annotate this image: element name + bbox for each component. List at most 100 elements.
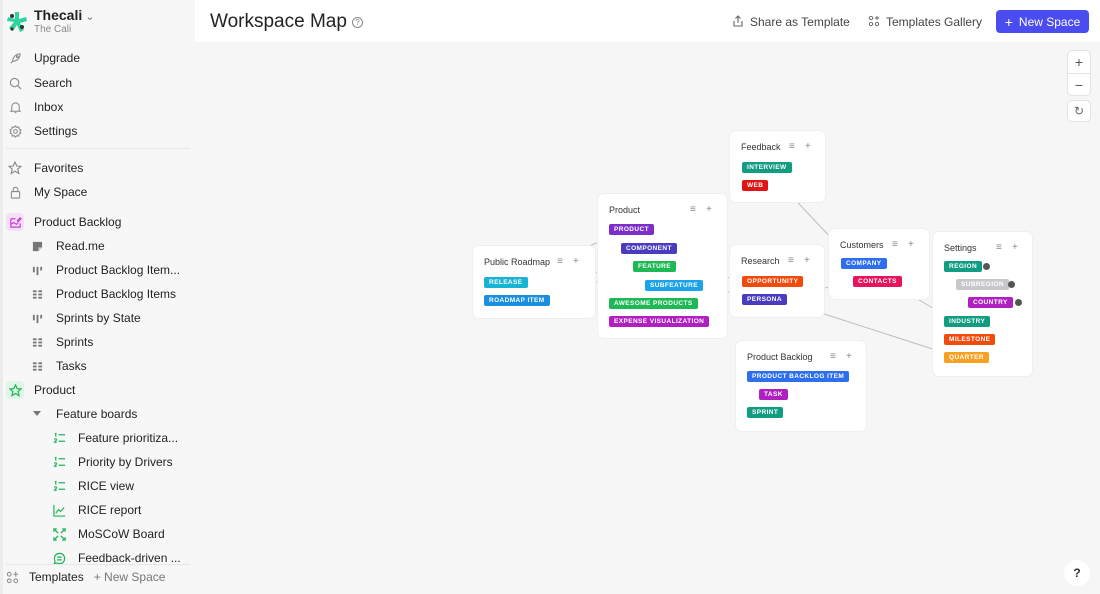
sidebar-item-label: Inbox [34, 100, 64, 114]
tag-awesome-products[interactable]: AWESOME PRODUCTS [609, 298, 698, 309]
workspace-switcher[interactable]: Thecali ⌄ The Cali [6, 7, 94, 35]
filter-icon[interactable]: ≡ [892, 239, 898, 250]
sidebar-item-label: Read.me [56, 239, 105, 253]
tag-industry[interactable]: INDUSTRY [944, 316, 991, 327]
reset-view-button[interactable]: ↻ [1067, 100, 1091, 122]
new-space-link[interactable]: + New Space [94, 570, 166, 584]
tag-contacts[interactable]: CONTACTS [853, 276, 902, 287]
help-circle-icon[interactable]: ? [351, 16, 363, 28]
card-feedback[interactable]: Feedback ≡ + INTERVIEW WEB [729, 130, 826, 203]
add-icon[interactable]: + [706, 204, 712, 215]
note-icon [28, 237, 46, 255]
sidebar-space-product-backlog[interactable]: Product Backlog [6, 211, 121, 233]
sidebar-item-label: Feedback-driven ... [78, 551, 181, 565]
sidebar-item-upgrade[interactable]: Upgrade [6, 47, 80, 69]
table-icon [28, 333, 46, 351]
tag-product[interactable]: PRODUCT [609, 224, 654, 235]
filter-icon[interactable]: ≡ [557, 256, 563, 267]
templates-gallery-button[interactable]: Templates Gallery [868, 11, 982, 33]
help-button[interactable]: ? [1064, 560, 1090, 586]
add-icon[interactable]: + [1012, 242, 1018, 253]
zoom-controls: + − [1067, 50, 1091, 96]
tag-persona[interactable]: PERSONA [742, 294, 787, 305]
tag-subfeature[interactable]: SUBFEATURE [645, 280, 703, 291]
workspace-map-canvas[interactable]: Feedback ≡ + INTERVIEW WEB Product ≡ + P… [195, 42, 1100, 594]
sidebar-item-settings[interactable]: Settings [6, 120, 77, 142]
share-icon [732, 14, 744, 30]
tag-task[interactable]: TASK [759, 389, 788, 400]
ranked-list-icon [50, 429, 68, 447]
sidebar-space-product[interactable]: Product [6, 379, 75, 401]
add-icon[interactable]: + [846, 351, 852, 362]
templates-button[interactable]: Templates [6, 570, 84, 584]
add-icon[interactable]: + [908, 239, 914, 250]
tag-quarter[interactable]: QUARTER [944, 352, 989, 363]
sidebar-item-feature-prioritization[interactable]: Feature prioritiza... [50, 427, 178, 449]
tag-expense-visualization[interactable]: EXPENSE VISUALIZATION [609, 316, 710, 327]
chevron-down-icon: ⌄ [85, 11, 95, 23]
sidebar-item-rice-view[interactable]: RICE view [50, 475, 134, 497]
filter-icon[interactable]: ≡ [996, 242, 1002, 253]
add-icon[interactable]: + [805, 141, 811, 152]
sidebar-item-label: Settings [34, 124, 78, 138]
filter-icon[interactable]: ≡ [690, 204, 696, 215]
tag-milestone[interactable]: MILESTONE [944, 334, 996, 345]
tag-interview[interactable]: INTERVIEW [742, 162, 792, 173]
card-customers[interactable]: Customers ≡ + COMPANY CONTACTS [828, 228, 930, 300]
sidebar-item-rice-report[interactable]: RICE report [50, 499, 141, 521]
search-icon [6, 74, 24, 92]
tag-opportunity[interactable]: OPPORTUNITY [742, 276, 804, 287]
filter-icon[interactable]: ≡ [830, 351, 836, 362]
zoom-out-button[interactable]: − [1068, 74, 1090, 96]
sidebar-item-my-space[interactable]: My Space [6, 181, 87, 203]
sidebar-item-inbox[interactable]: Inbox [6, 96, 63, 118]
sidebar-item-tasks[interactable]: Tasks [28, 355, 87, 377]
tag-company[interactable]: COMPANY [841, 258, 887, 269]
board-icon [28, 309, 46, 327]
share-as-template-button[interactable]: Share as Template [732, 11, 850, 33]
card-product[interactable]: Product ≡ + PRODUCT COMPONENT FEATURE SU… [597, 193, 728, 339]
card-research[interactable]: Research ≡ + OPPORTUNITY PERSONA [729, 244, 825, 318]
sidebar-item-label: Search [34, 76, 73, 90]
filter-icon[interactable]: ≡ [788, 255, 794, 266]
sidebar-item-favorites[interactable]: Favorites [6, 157, 83, 179]
tag-product-backlog-item[interactable]: PRODUCT BACKLOG ITEM [747, 371, 850, 382]
sidebar-item-search[interactable]: Search [6, 72, 72, 94]
tag-country[interactable]: COUNTRY [968, 297, 1013, 308]
tag-web[interactable]: WEB [742, 180, 769, 191]
tag-region[interactable]: REGION [944, 261, 983, 272]
expand-icon [50, 525, 68, 543]
card-settings[interactable]: Settings ≡ + REGION SUBREGION COUNTRY IN… [932, 231, 1033, 377]
zoom-in-button[interactable]: + [1068, 51, 1090, 73]
sidebar-item-label: Favorites [34, 161, 84, 175]
add-icon[interactable]: + [573, 256, 579, 267]
new-space-button[interactable]: + New Space [996, 10, 1089, 33]
sidebar-item-moscow-board[interactable]: MoSCoW Board [50, 523, 165, 545]
tag-roadmap-item[interactable]: ROADMAP ITEM [484, 295, 550, 306]
tag-component[interactable]: COMPONENT [621, 243, 677, 254]
add-icon[interactable]: + [804, 255, 810, 266]
sidebar-item-sprints-by-state[interactable]: Sprints by State [28, 307, 141, 329]
line-chart-icon [50, 501, 68, 519]
sidebar-item-backlog-board[interactable]: Product Backlog Item... [28, 259, 180, 281]
templates-icon [6, 571, 19, 584]
plus-icon: + [1004, 13, 1013, 30]
tag-subregion[interactable]: SUBREGION [956, 279, 1009, 290]
sidebar-item-feedback-driven[interactable]: Feedback-driven ... [50, 547, 181, 569]
hidden-dot-icon [1008, 281, 1015, 288]
sidebar-folder-feature-boards[interactable]: Feature boards [28, 403, 137, 425]
sidebar-item-priority-by-drivers[interactable]: Priority by Drivers [50, 451, 173, 473]
tag-feature[interactable]: FEATURE [633, 261, 677, 272]
sidebar-item-backlog-table[interactable]: Product Backlog Items [28, 283, 176, 305]
sidebar-item-readme[interactable]: Read.me [28, 235, 105, 257]
sidebar-item-sprints[interactable]: Sprints [28, 331, 93, 353]
card-product-backlog[interactable]: Product Backlog ≡ + PRODUCT BACKLOG ITEM… [735, 340, 867, 432]
filter-icon[interactable]: ≡ [789, 141, 795, 152]
tag-sprint[interactable]: SPRINT [747, 407, 784, 418]
workspace-subtitle: The Cali [34, 24, 72, 35]
sidebar-item-label: Product [34, 383, 76, 397]
card-title: Public Roadmap [484, 257, 551, 267]
sidebar-item-label: Feature prioritiza... [78, 431, 179, 445]
tag-release[interactable]: RELEASE [484, 277, 528, 288]
card-public-roadmap[interactable]: Public Roadmap ≡ + RELEASE ROADMAP ITEM [472, 245, 596, 319]
